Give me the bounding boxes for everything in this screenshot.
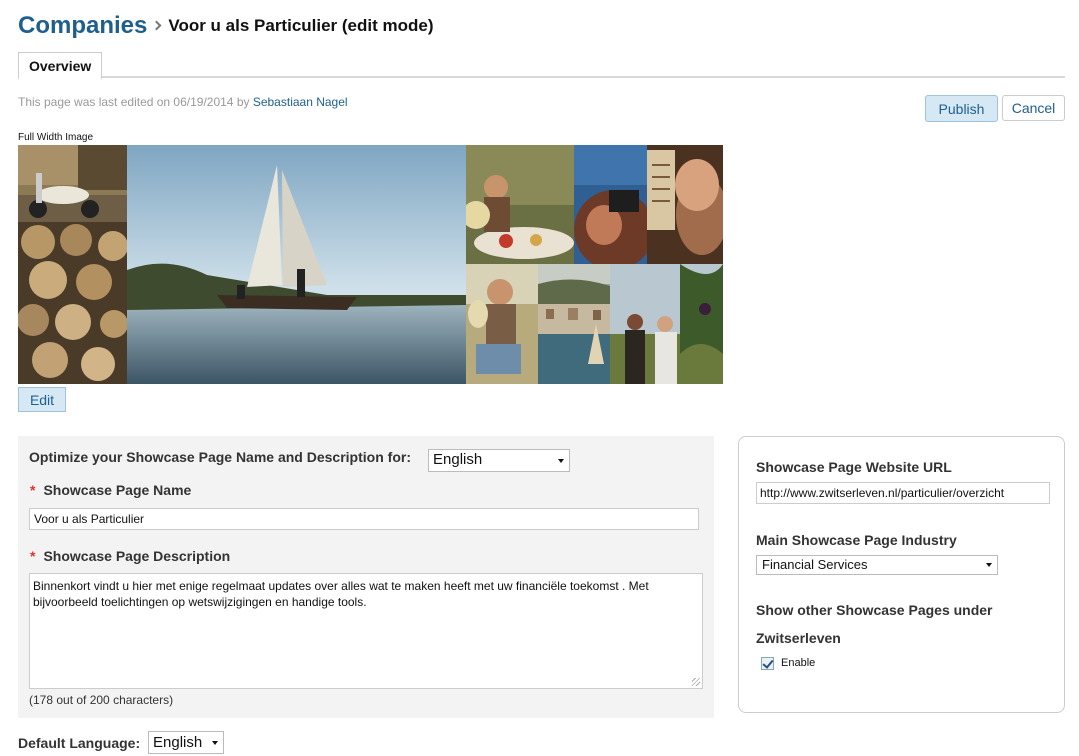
showcase-name-input[interactable] [29,508,699,530]
chevron-right-icon [151,20,162,30]
last-edited-text: This page was last edited on 06/19/2014 … [18,95,253,109]
menu-reading-photo [647,145,723,264]
caret-down-icon [986,563,992,567]
edit-image-button[interactable]: Edit [18,387,66,412]
page-settings-panel: Showcase Page Website URL Main Showcase … [738,436,1065,713]
editor-user-link[interactable]: Sebastiaan Nagel [253,95,348,109]
showcase-description-label: * Showcase Page Description [30,548,230,564]
breadcrumb: Companies Voor u als Particulier (edit m… [18,8,434,44]
caret-down-icon [212,741,218,745]
couple-vineyard-photo [610,264,723,384]
full-width-image [18,145,723,384]
closeup-photo [574,145,647,264]
firewood-photo [18,222,127,384]
optimize-language-value: English [433,451,483,468]
publish-button[interactable]: Publish [925,95,998,122]
showcase-name-label-text: Showcase Page Name [43,482,192,498]
image-label: Full Width Image [18,132,94,143]
default-language-value: English [153,734,203,751]
tab-bar: Overview [18,52,1065,80]
tab-overview[interactable]: Overview [18,52,103,80]
enable-checkbox[interactable] [761,657,774,670]
website-url-label: Showcase Page Website URL [756,459,952,475]
last-edited-info: This page was last edited on 06/19/2014 … [18,95,348,109]
required-marker: * [30,482,36,498]
resize-grip-icon[interactable] [692,678,700,686]
page-title: Voor u als Particulier (edit mode) [168,16,434,35]
industry-select[interactable]: Financial Services [756,555,998,575]
optimize-language-select[interactable]: English [428,449,570,472]
scooter-photo [18,145,127,222]
industry-label: Main Showcase Page Industry [756,532,957,548]
default-language-label: Default Language: [18,735,141,751]
sailboat-photo [127,145,466,384]
show-other-pages-label: Show other Showcase Pages under [756,602,993,618]
industry-value: Financial Services [762,557,868,572]
default-language-select[interactable]: English [148,731,224,754]
name-description-panel: Optimize your Showcase Page Name and Des… [18,436,714,718]
required-marker: * [30,548,36,564]
optimize-language-label: Optimize your Showcase Page Name and Des… [29,449,411,465]
breadcrumb-companies-link[interactable]: Companies [18,12,147,40]
showcase-description-value: Binnenkort vindt u hier met enige regelm… [33,579,649,609]
caret-down-icon [558,459,564,463]
showcase-description-label-text: Showcase Page Description [43,548,231,564]
lakeside-town-photo [538,264,610,384]
show-other-pages-company: Zwitserleven [756,630,841,646]
showcase-name-label: * Showcase Page Name [30,482,191,498]
laughing-woman-photo [466,264,538,384]
website-url-input[interactable] [756,482,1050,504]
dinner-party-photo [466,145,574,264]
showcase-description-textarea[interactable]: Binnenkort vindt u hier met enige regelm… [29,573,703,689]
cancel-button[interactable]: Cancel [1002,95,1065,121]
enable-label: Enable [781,657,816,669]
character-count: (178 out of 200 characters) [29,693,174,707]
